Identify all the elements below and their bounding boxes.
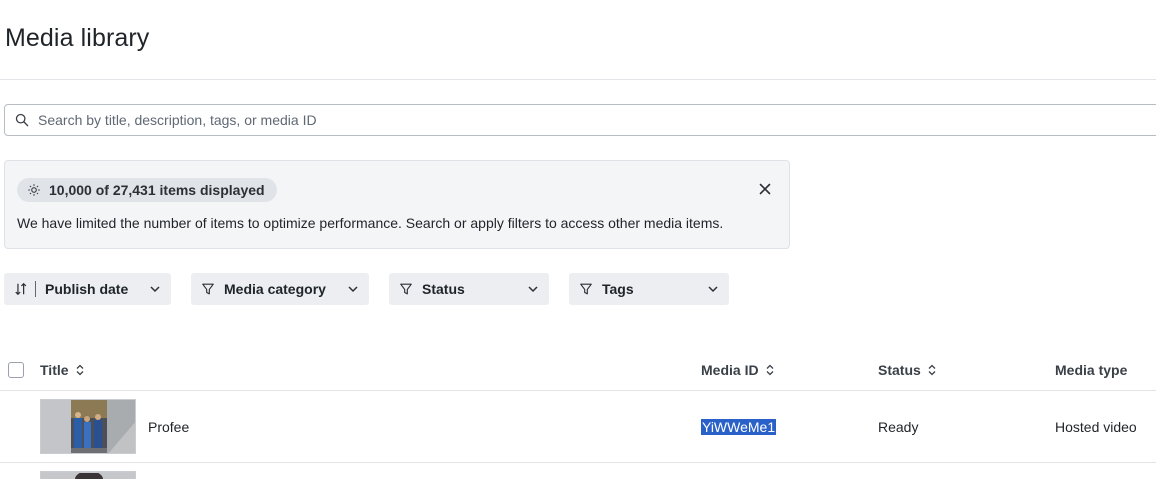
row-divider — [0, 462, 1156, 463]
filter-media-category-button[interactable]: Media category — [191, 273, 369, 305]
column-header-label: Media type — [1055, 362, 1128, 378]
filter-tags-button[interactable]: Tags — [569, 273, 729, 305]
chevron-down-icon — [150, 286, 160, 293]
column-header-title[interactable]: Title — [40, 362, 85, 378]
media-id-selected-text[interactable]: YiWWeMe1 — [701, 419, 777, 435]
chevron-down-icon — [348, 286, 358, 293]
sort-icon — [15, 282, 27, 296]
lightbulb-icon — [28, 184, 40, 196]
notice-message: We have limited the number of items to o… — [17, 215, 724, 231]
video-thumbnail[interactable] — [40, 399, 136, 454]
sort-publish-date-button[interactable]: Publish date — [4, 273, 171, 305]
column-header-media-id[interactable]: Media ID — [701, 362, 775, 378]
page-title: Media library — [5, 24, 150, 52]
sort-separator — [35, 281, 36, 297]
column-header-media-type: Media type — [1055, 362, 1127, 378]
thumbnail-image — [41, 400, 135, 453]
media-status: Ready — [878, 419, 919, 435]
filter-label: Tags — [602, 281, 634, 297]
close-notice-button[interactable] — [757, 181, 773, 197]
sort-arrows-icon — [766, 364, 774, 376]
sort-arrows-icon — [928, 364, 936, 376]
filter-icon — [580, 283, 592, 295]
filter-icon — [400, 283, 412, 295]
column-header-status[interactable]: Status — [878, 362, 937, 378]
column-header-label: Title — [40, 362, 69, 378]
filter-label: Media category — [224, 281, 326, 297]
search-box[interactable] — [4, 104, 1156, 136]
items-displayed-badge: 10,000 of 27,431 items displayed — [17, 178, 277, 202]
chevron-down-icon — [528, 286, 538, 293]
filter-icon — [202, 283, 214, 295]
video-thumbnail[interactable] — [40, 471, 136, 479]
filter-status-button[interactable]: Status — [389, 273, 549, 305]
title-divider — [0, 79, 1156, 80]
media-id-cell[interactable]: YiWWeMe1 — [701, 419, 777, 435]
sort-arrows-icon — [76, 364, 83, 376]
media-type: Hosted video — [1055, 419, 1137, 435]
table-header: Title Media ID Status Media type — [0, 354, 1156, 390]
table-row[interactable]: Profee YiWWeMe1 Ready Hosted video — [0, 391, 1156, 462]
search-input[interactable] — [38, 112, 638, 128]
column-header-label: Media ID — [701, 362, 759, 378]
close-icon — [759, 183, 771, 195]
item-limit-notice: 10,000 of 27,431 items displayed We have… — [4, 160, 790, 249]
thumbnail-image — [41, 472, 135, 479]
select-all-checkbox[interactable] — [8, 362, 24, 378]
sort-label: Publish date — [45, 281, 129, 297]
items-displayed-text: 10,000 of 27,431 items displayed — [49, 182, 265, 198]
media-title[interactable]: Profee — [148, 419, 189, 435]
filter-label: Status — [422, 281, 465, 297]
chevron-down-icon — [708, 286, 718, 293]
search-icon — [15, 113, 29, 127]
column-header-label: Status — [878, 362, 921, 378]
